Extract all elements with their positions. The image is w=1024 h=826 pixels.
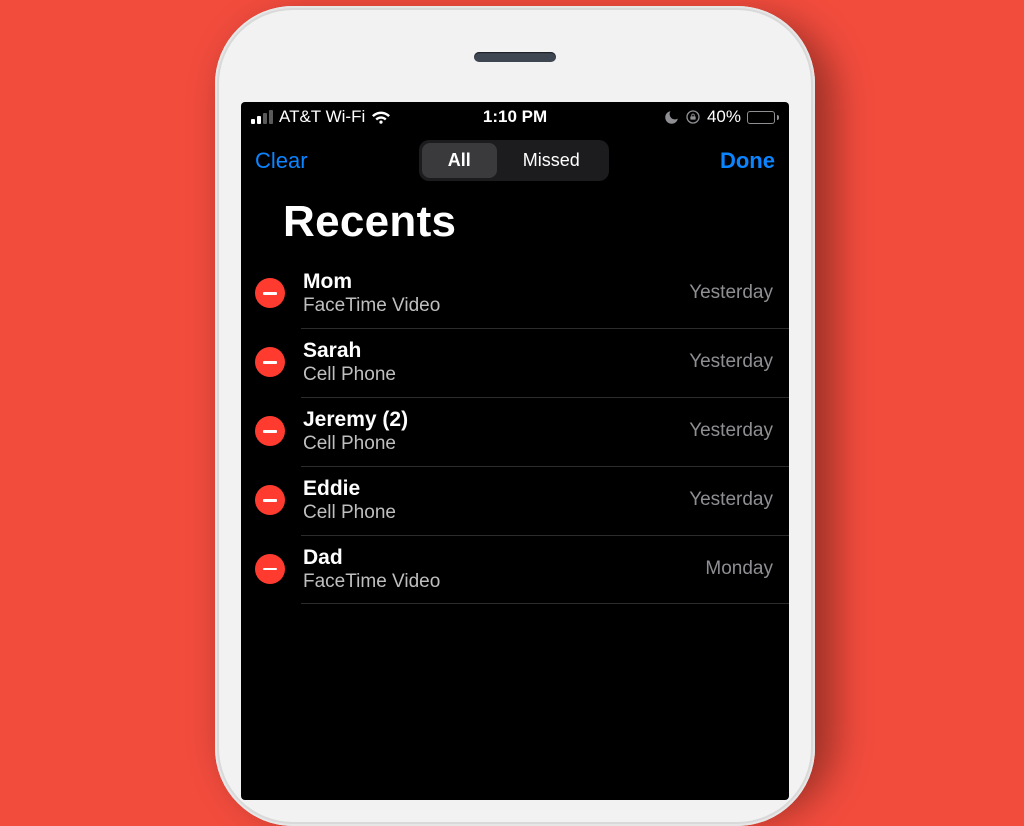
call-time: Yesterday (689, 489, 789, 511)
call-row[interactable]: Sarah Cell Phone Yesterday (241, 328, 789, 397)
call-time: Yesterday (689, 420, 789, 442)
status-bar: AT&T Wi-Fi 1:10 PM 40% (241, 102, 789, 132)
rotation-lock-icon (685, 109, 701, 125)
nav-bar: Clear All Missed Done (241, 132, 789, 191)
delete-icon[interactable] (255, 278, 285, 308)
call-type: FaceTime Video (303, 570, 697, 594)
call-row[interactable]: Mom FaceTime Video Yesterday (241, 259, 789, 328)
delete-icon[interactable] (255, 416, 285, 446)
clear-button[interactable]: Clear (255, 148, 308, 174)
battery-percent-label: 40% (707, 107, 741, 127)
caller-name: Jeremy (2) (303, 407, 681, 432)
battery-icon (747, 111, 779, 124)
call-row[interactable]: Dad FaceTime Video Monday (241, 535, 789, 604)
delete-icon[interactable] (255, 347, 285, 377)
recents-list: Mom FaceTime Video Yesterday Sarah Cell … (241, 259, 789, 604)
delete-icon[interactable] (255, 554, 285, 584)
call-row[interactable]: Eddie Cell Phone Yesterday (241, 466, 789, 535)
wifi-icon (371, 110, 391, 124)
call-type: FaceTime Video (303, 294, 681, 318)
caller-name: Eddie (303, 476, 681, 501)
done-button[interactable]: Done (720, 148, 775, 174)
call-time: Monday (705, 558, 789, 580)
phone-frame: AT&T Wi-Fi 1:10 PM 40% (215, 6, 815, 826)
delete-icon[interactable] (255, 485, 285, 515)
call-row[interactable]: Jeremy (2) Cell Phone Yesterday (241, 397, 789, 466)
caller-name: Dad (303, 545, 697, 570)
call-type: Cell Phone (303, 501, 681, 525)
page-title: Recents (241, 191, 789, 259)
carrier-label: AT&T Wi-Fi (279, 107, 365, 127)
call-time: Yesterday (689, 351, 789, 373)
segment-missed[interactable]: Missed (497, 143, 606, 178)
clock-label: 1:10 PM (483, 107, 547, 127)
phone-screen: AT&T Wi-Fi 1:10 PM 40% (241, 102, 789, 800)
cellular-signal-icon (251, 110, 273, 124)
caller-name: Mom (303, 269, 681, 294)
do-not-disturb-icon (664, 110, 679, 125)
segment-all[interactable]: All (422, 143, 497, 178)
phone-speaker (474, 52, 556, 62)
call-time: Yesterday (689, 282, 789, 304)
call-type: Cell Phone (303, 432, 681, 456)
caller-name: Sarah (303, 338, 681, 363)
segmented-control: All Missed (419, 140, 609, 181)
call-type: Cell Phone (303, 363, 681, 387)
